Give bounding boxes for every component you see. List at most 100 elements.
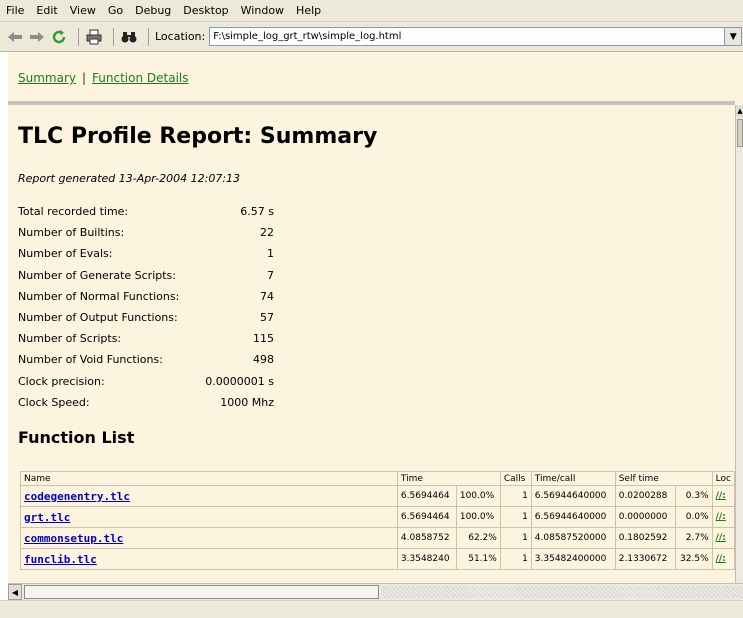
stat-value: 1000 Mhz	[220, 395, 274, 409]
stat-label: Number of Builtins:	[18, 226, 125, 240]
stat-row: Number of Scripts: 115	[18, 328, 274, 349]
stat-value: 57	[260, 311, 274, 325]
menu-edit[interactable]: Edit	[36, 4, 57, 17]
stat-value: 7	[267, 268, 274, 282]
column-header-name[interactable]: Name	[20, 471, 398, 486]
table-row: codegenentry.tlc 6.5694464 100.0% 1 6.56…	[20, 485, 735, 507]
find-binoculars-icon[interactable]	[120, 28, 138, 46]
report-content: TLC Profile Report: Summary Report gener…	[8, 105, 735, 583]
location-link[interactable]: //:	[711, 506, 735, 528]
stat-label: Number of Void Functions:	[18, 353, 163, 367]
time-cell: 6.5694464	[396, 506, 457, 528]
summary-stats: Total recorded time: 6.57 s Number of Bui…	[18, 201, 274, 413]
menu-help[interactable]: Help	[296, 4, 321, 17]
chevron-down-icon[interactable]: ▼	[725, 27, 743, 46]
summary-link[interactable]: Summary	[18, 71, 76, 85]
menu-window[interactable]: Window	[241, 4, 284, 17]
location-label: Location:	[155, 30, 206, 43]
stat-value: 498	[253, 353, 274, 367]
time-per-call-cell: 6.56944640000	[530, 506, 616, 528]
location-link[interactable]: //:	[711, 527, 735, 549]
column-header-calls[interactable]: Calls	[499, 471, 532, 486]
column-header-location[interactable]: Loc	[711, 471, 735, 486]
refresh-icon[interactable]	[50, 28, 68, 46]
location-input[interactable]	[209, 27, 726, 46]
function-link[interactable]: commonsetup.tlc	[24, 532, 123, 545]
self-time-percent-cell: 0.0%	[674, 506, 713, 528]
table-row: commonsetup.tlc 4.0858752 62.2% 1 4.0858…	[20, 527, 735, 549]
column-header-time[interactable]: Time	[396, 471, 501, 486]
stat-label: Total recorded time:	[18, 205, 129, 219]
menu-file[interactable]: File	[6, 4, 24, 17]
location-link[interactable]: //:	[711, 548, 735, 570]
status-bar	[0, 600, 743, 618]
horizontal-scroll-track[interactable]	[381, 586, 743, 598]
stat-label: Number of Normal Functions:	[18, 289, 180, 303]
self-time-percent-cell: 0.3%	[674, 485, 713, 507]
stat-value: 74	[260, 289, 274, 303]
stat-label: Number of Scripts:	[18, 332, 122, 346]
calls-cell: 1	[499, 548, 532, 570]
stat-label: Clock Speed:	[18, 395, 90, 409]
menu-go[interactable]: Go	[108, 4, 123, 17]
self-time-cell: 0.0000000	[614, 506, 676, 528]
print-icon[interactable]	[85, 28, 103, 46]
vertical-scroll-thumb[interactable]	[737, 119, 743, 147]
page-title: TLC Profile Report: Summary	[18, 124, 378, 149]
stat-label: Number of Evals:	[18, 247, 113, 261]
self-time-cell: 0.1802592	[614, 527, 676, 549]
time-percent-cell: 62.2%	[455, 527, 501, 549]
column-header-self-time[interactable]: Self time	[614, 471, 713, 486]
function-list-heading: Function List	[18, 428, 135, 447]
calls-cell: 1	[499, 485, 532, 507]
stat-row: Total recorded time: 6.57 s	[18, 201, 274, 222]
toolbar: Location: ▼	[0, 22, 743, 52]
function-details-link[interactable]: Function Details	[92, 71, 188, 85]
stat-row: Number of Generate Scripts: 7	[18, 265, 274, 286]
function-link[interactable]: codegenentry.tlc	[24, 490, 130, 503]
function-name-cell: grt.tlc	[20, 506, 398, 528]
stat-label: Number of Generate Scripts:	[18, 268, 176, 282]
menu-desktop[interactable]: Desktop	[183, 4, 228, 17]
stat-row: Number of Normal Functions: 74	[18, 286, 274, 307]
time-per-call-cell: 3.35482400000	[530, 548, 616, 570]
function-link[interactable]: grt.tlc	[24, 511, 70, 524]
vertical-scrollbar[interactable]: ▲	[735, 105, 743, 583]
scroll-left-arrow-icon[interactable]: ◀	[8, 584, 22, 600]
time-percent-cell: 100.0%	[455, 506, 501, 528]
scroll-up-arrow-icon[interactable]: ▲	[736, 105, 743, 117]
function-link[interactable]: funclib.tlc	[24, 553, 97, 566]
menu-view[interactable]: View	[70, 4, 96, 17]
table-row: funclib.tlc 3.3548240 51.1% 1 3.35482400…	[20, 548, 735, 570]
horizontal-scroll-thumb[interactable]	[24, 585, 379, 599]
toolbar-separator	[148, 27, 149, 46]
time-cell: 6.5694464	[396, 485, 457, 507]
location-link[interactable]: //:	[711, 485, 735, 507]
function-list-table: Name Time Calls Time/call Self time Loc …	[20, 471, 735, 570]
function-name-cell: funclib.tlc	[20, 548, 398, 570]
stat-row: Clock Speed: 1000 Mhz	[18, 392, 274, 413]
horizontal-scrollbar[interactable]: ◀	[8, 583, 743, 600]
stat-row: Number of Void Functions: 498	[18, 349, 274, 370]
stat-row: Number of Output Functions: 57	[18, 307, 274, 328]
stat-value: 0.0000001 s	[205, 374, 274, 388]
time-percent-cell: 100.0%	[455, 485, 501, 507]
stat-row: Clock precision: 0.0000001 s	[18, 371, 274, 392]
function-name-cell: codegenentry.tlc	[20, 485, 398, 507]
back-arrow-icon[interactable]	[6, 28, 24, 46]
self-time-percent-cell: 2.7%	[674, 527, 713, 549]
stat-label: Clock precision:	[18, 374, 105, 388]
column-header-time-per-call[interactable]: Time/call	[530, 471, 616, 486]
time-percent-cell: 51.1%	[455, 548, 501, 570]
self-time-cell: 2.1330672	[614, 548, 676, 570]
time-per-call-cell: 6.56944640000	[530, 485, 616, 507]
stat-value: 1	[267, 247, 274, 261]
stat-row: Number of Evals: 1	[18, 243, 274, 264]
stat-value: 115	[253, 332, 274, 346]
calls-cell: 1	[499, 506, 532, 528]
menu-debug[interactable]: Debug	[135, 4, 171, 17]
forward-arrow-icon[interactable]	[28, 28, 46, 46]
stat-value: 22	[260, 226, 274, 240]
report-generated-text: Report generated 13-Apr-2004 12:07:13	[18, 172, 241, 185]
menu-bar: File Edit View Go Debug Desktop Window H…	[0, 0, 743, 22]
